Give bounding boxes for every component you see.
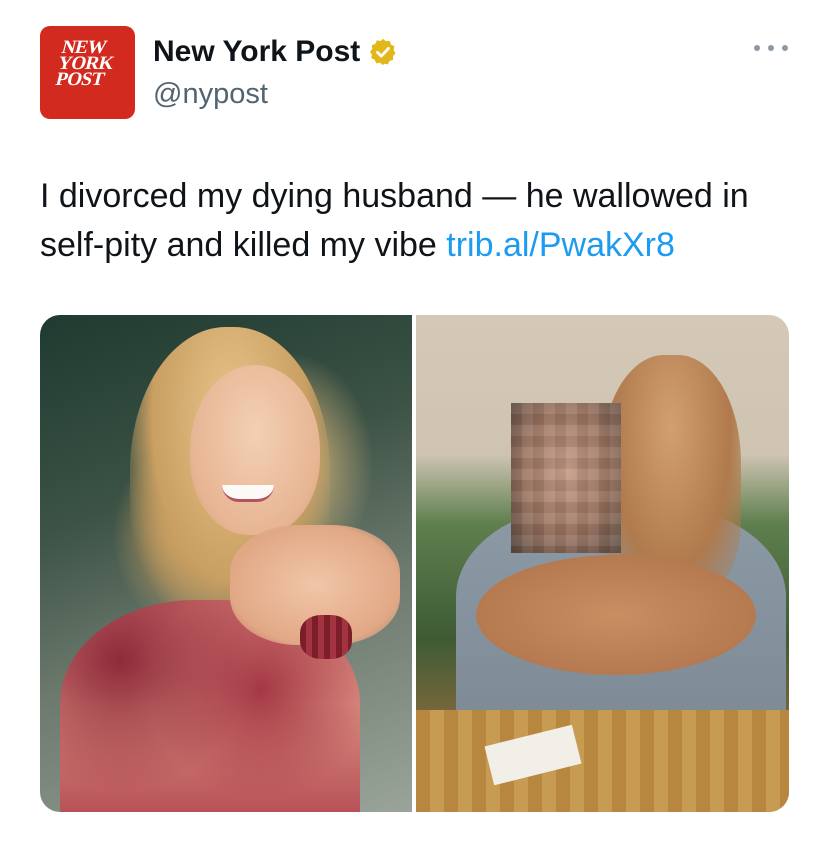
photo-left-face [190, 365, 320, 535]
tweet-text: I divorced my dying husband — he wallowe… [40, 172, 800, 270]
nypost-logo: NEW YORK POST [52, 37, 126, 90]
logo-line-3: POST [53, 69, 107, 90]
avatar[interactable]: NEW YORK POST [40, 26, 135, 119]
author-name-row: New York Post [153, 34, 398, 70]
photo-right[interactable] [416, 315, 789, 812]
author-handle[interactable]: @nypost [153, 77, 268, 111]
media-grid [40, 315, 789, 812]
photo-right-arms [476, 555, 756, 675]
more-horizontal-icon-dot-2 [768, 45, 774, 51]
verified-badge-icon[interactable] [368, 37, 398, 67]
tweet-link[interactable]: trib.al/PwakXr8 [446, 226, 675, 264]
more-horizontal-icon-dot-3 [782, 45, 788, 51]
photo-right-table [416, 710, 789, 812]
more-options-button[interactable] [754, 38, 788, 58]
author-display-name[interactable]: New York Post [153, 34, 360, 70]
photo-left[interactable] [40, 315, 412, 812]
photo-left-bracelet [300, 615, 352, 659]
more-horizontal-icon-dot-1 [754, 45, 760, 51]
photo-right-pixelated-face [511, 403, 621, 553]
tweet-card: NEW YORK POST New York Post @nypost I di… [0, 0, 828, 845]
